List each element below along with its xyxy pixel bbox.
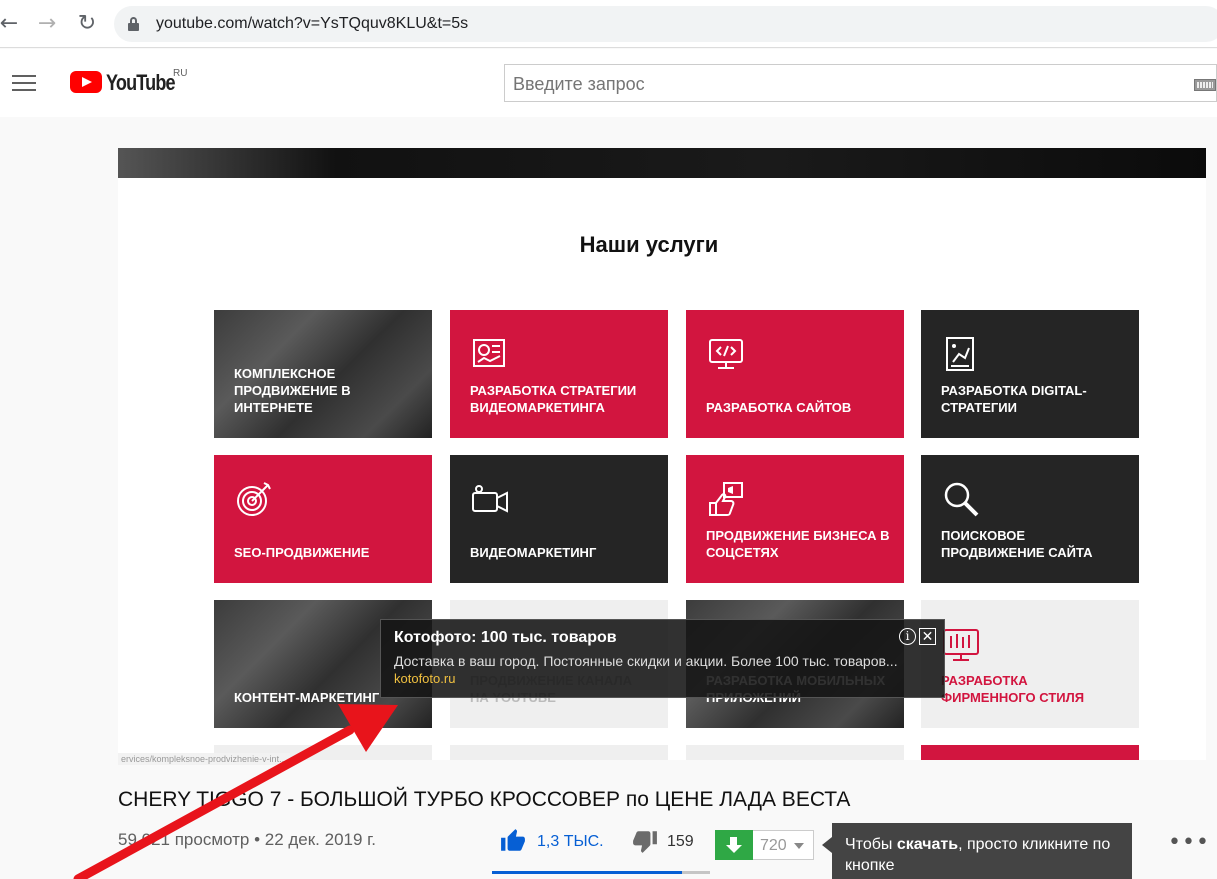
view-count-date: 59 021 просмотр • 22 дек. 2019 г. (118, 830, 377, 849)
download-tooltip: Чтобы скачать, просто кликните по кнопке (822, 823, 1132, 879)
lock-icon (128, 17, 139, 31)
chevron-down-icon[interactable] (794, 843, 804, 849)
service-tile-partial[interactable] (450, 745, 668, 760)
address-url[interactable]: youtube.com/watch?v=YsTQquv8KLU&t=5s (156, 15, 468, 33)
ad-overlay[interactable]: Котофото: 100 тыс. товаров Доставка в ва… (380, 619, 945, 698)
youtube-logo-text: YouTube (106, 70, 176, 95)
service-tile[interactable]: Разработка фирменного стиля (921, 600, 1139, 728)
search-placeholder: Введите запрос (513, 74, 645, 94)
back-arrow-icon[interactable]: ← (0, 9, 24, 39)
reload-icon[interactable]: ↻ (72, 9, 102, 39)
code-monitor-icon (706, 334, 746, 374)
video-title: CHERY TIGGO 7 - БОЛЬШОЙ ТУРБО КРОССОВЕР … (118, 788, 851, 811)
magnifier-icon (941, 479, 981, 519)
video-camera-icon (470, 479, 510, 519)
service-tile[interactable]: Комплексное продвижение в интернете (214, 310, 432, 438)
service-tile[interactable]: Разработка сайтов (686, 310, 904, 438)
service-tile-label: Поисковое продвижение сайта (941, 528, 1093, 560)
more-options-icon[interactable]: ••• (1168, 830, 1210, 855)
service-tile-label: Комплексное продвижение в интернете (234, 366, 351, 415)
youtube-header: YouTube RU Введите запрос (0, 49, 1217, 117)
download-count: 720 (760, 837, 787, 854)
youtube-play-icon (70, 71, 102, 93)
strategy-icon (941, 334, 981, 374)
service-tile-label: Продвижение бизнеса в соцсетях (706, 528, 890, 560)
download-widget[interactable]: 720 (715, 830, 814, 860)
video-slide-header (118, 148, 1206, 178)
service-tile[interactable]: Видеомаркетинг (450, 455, 668, 583)
service-tile[interactable]: SEO-продвижение (214, 455, 432, 583)
service-tile-label: Видеомаркетинг (470, 545, 597, 560)
megaphone-icon (706, 479, 746, 519)
forward-arrow-icon[interactable]: → (32, 9, 62, 39)
ad-url[interactable]: kotofoto.ru (394, 671, 455, 686)
service-tile-label: SEO-продвижение (234, 545, 370, 560)
ad-description[interactable]: Доставка в ваш город. Постоянные скидки … (394, 653, 939, 669)
tooltip-prefix: Чтобы (845, 836, 897, 853)
address-bar[interactable]: youtube.com/watch?v=YsTQquv8KLU&t=5s (114, 6, 1217, 42)
close-icon[interactable]: ✕ (919, 628, 936, 645)
services-heading: Наши услуги (579, 232, 719, 257)
chart-icon (470, 334, 510, 374)
dislike-count: 159 (667, 833, 694, 850)
tooltip-bold: скачать (896, 836, 959, 853)
service-tile-partial[interactable] (921, 745, 1139, 760)
browser-toolbar: ← → ↻ youtube.com/watch?v=YsTQquv8KLU&t=… (0, 0, 1217, 48)
service-tile-label: Разработка digital-стратегии (941, 383, 1087, 415)
like-count: 1,3 ТЫС. (537, 833, 604, 850)
search-input[interactable]: Введите запрос (504, 64, 1217, 102)
service-tile-label: Разработка сайтов (706, 400, 852, 415)
info-icon[interactable]: i (899, 628, 916, 645)
region-code: RU (173, 68, 188, 79)
sentiment-bar-fill (492, 871, 682, 874)
download-arrow-icon[interactable] (715, 830, 753, 860)
brand-icon (941, 624, 981, 664)
service-tile-label: Разработка стратегии видеомаркетинга (470, 383, 637, 415)
menu-icon[interactable] (12, 75, 36, 93)
screen: ← → ↻ youtube.com/watch?v=YsTQquv8KLU&t=… (0, 0, 1217, 879)
keyboard-icon[interactable] (1194, 79, 1216, 91)
thumbs-down-icon (633, 831, 657, 853)
service-tile[interactable]: Поисковое продвижение сайта (921, 455, 1139, 583)
ad-title[interactable]: Котофото: 100 тыс. товаров (394, 629, 617, 647)
service-tile-partial[interactable] (686, 745, 904, 760)
thumbs-up-icon (501, 829, 525, 851)
status-url: ervices/kompleksnoe-prodvizhenie-v-int..… (118, 753, 290, 765)
sentiment-bar (492, 871, 710, 874)
service-tile[interactable]: Продвижение бизнеса в соцсетях (686, 455, 904, 583)
service-tile-label: Разработка фирменного стиля (941, 673, 1085, 705)
target-icon (234, 479, 274, 519)
service-tile[interactable]: Разработка digital-стратегии (921, 310, 1139, 438)
service-tile[interactable]: Разработка стратегии видеомаркетинга (450, 310, 668, 438)
